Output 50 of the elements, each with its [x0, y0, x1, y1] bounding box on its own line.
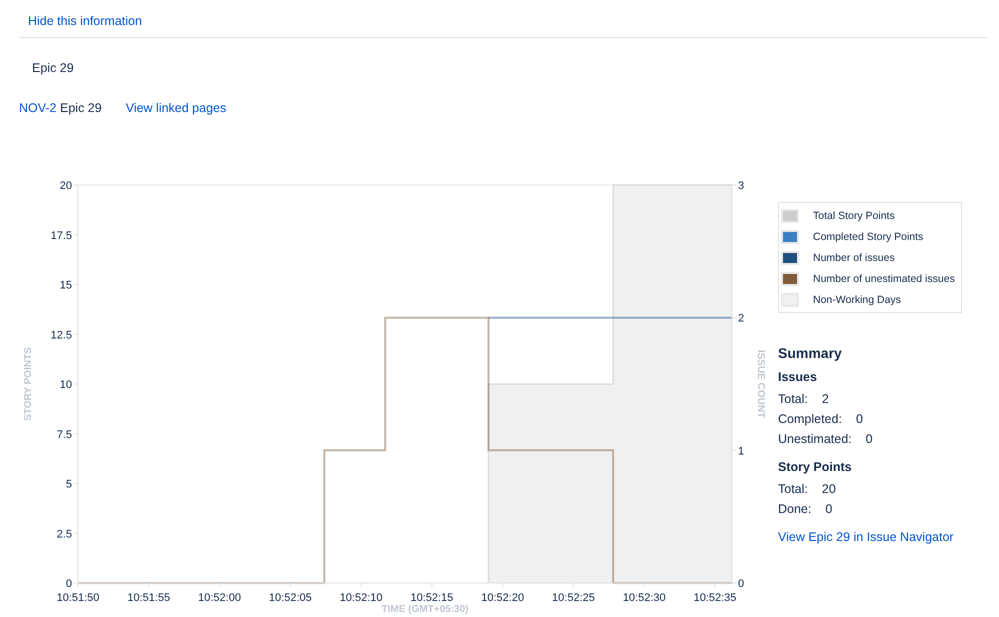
y-tick-label: 5 [66, 478, 72, 490]
x-tick-label: 10:51:50 [56, 592, 100, 604]
y-tick-label: 1 [738, 445, 744, 458]
stat-value: 0 [825, 502, 832, 518]
epic-title: Epic 29 [32, 61, 74, 75]
y-tick-label: 2.5 [56, 528, 72, 540]
stat-value: 0 [866, 432, 873, 448]
issue-navigator-link[interactable]: View Epic 29 in Issue Navigator [778, 530, 954, 544]
x-tick-label: 10:52:05 [268, 592, 312, 604]
x-tick-label: 10:52:15 [410, 592, 454, 604]
y-tick-label: 3 [738, 180, 744, 192]
y-axis-title: ISSUE COUNT [755, 350, 766, 418]
stat-label: Completed: [778, 412, 842, 428]
section-heading: Story Points [778, 460, 853, 474]
x-tick-label: 10:52:30 [622, 592, 666, 604]
y-tick-label: 12.5 [50, 329, 72, 342]
x-tick-label: 10:52:35 [694, 592, 736, 604]
section-heading: Issues [778, 370, 818, 384]
x-axis-title: TIME (GMT+05:30) [382, 604, 468, 615]
y-tick-label: 15 [60, 280, 72, 292]
stat-label: Unestimated: [778, 432, 852, 448]
legend-label: Non-Working Days [813, 294, 901, 306]
y-axis-title: STORY POINTS [23, 347, 34, 421]
stat-value: 20 [822, 482, 836, 498]
epic-name: Epic 29 [60, 101, 102, 115]
legend-label: Total Story Points [813, 210, 895, 222]
stat-label: Total: [778, 392, 808, 408]
summary-title: Summary [778, 345, 843, 361]
y-tick-label: 0 [66, 578, 72, 590]
issue-key-link[interactable]: NOV-2 [19, 101, 57, 115]
y-tick-label: 10 [60, 379, 72, 391]
x-tick-label: 10:52:25 [552, 592, 595, 604]
stat-value: 0 [856, 412, 863, 428]
hide-info-link[interactable]: Hide this information [28, 14, 142, 28]
legend-label: Number of issues [813, 252, 895, 264]
linked-pages-link[interactable]: View linked pages [126, 101, 226, 115]
x-tick-label: 10:51:55 [127, 592, 170, 604]
stat-label: Total: [778, 482, 808, 498]
x-tick-label: 10:52:00 [198, 592, 241, 604]
stat-value: 2 [822, 392, 829, 408]
y-tick-label: 20 [60, 180, 72, 192]
y-tick-label: 0 [738, 578, 744, 590]
legend-label: Completed Story Points [813, 230, 924, 242]
y-tick-label: 7.5 [56, 428, 72, 441]
y-tick-label: 17.5 [50, 230, 72, 242]
x-tick-label: 10:52:20 [481, 592, 524, 604]
x-tick-label: 10:52:10 [340, 592, 383, 604]
stat-label: Done: [778, 502, 812, 518]
legend-label: Number of unestimated issues [813, 272, 955, 284]
y-tick-label: 2 [738, 312, 744, 325]
